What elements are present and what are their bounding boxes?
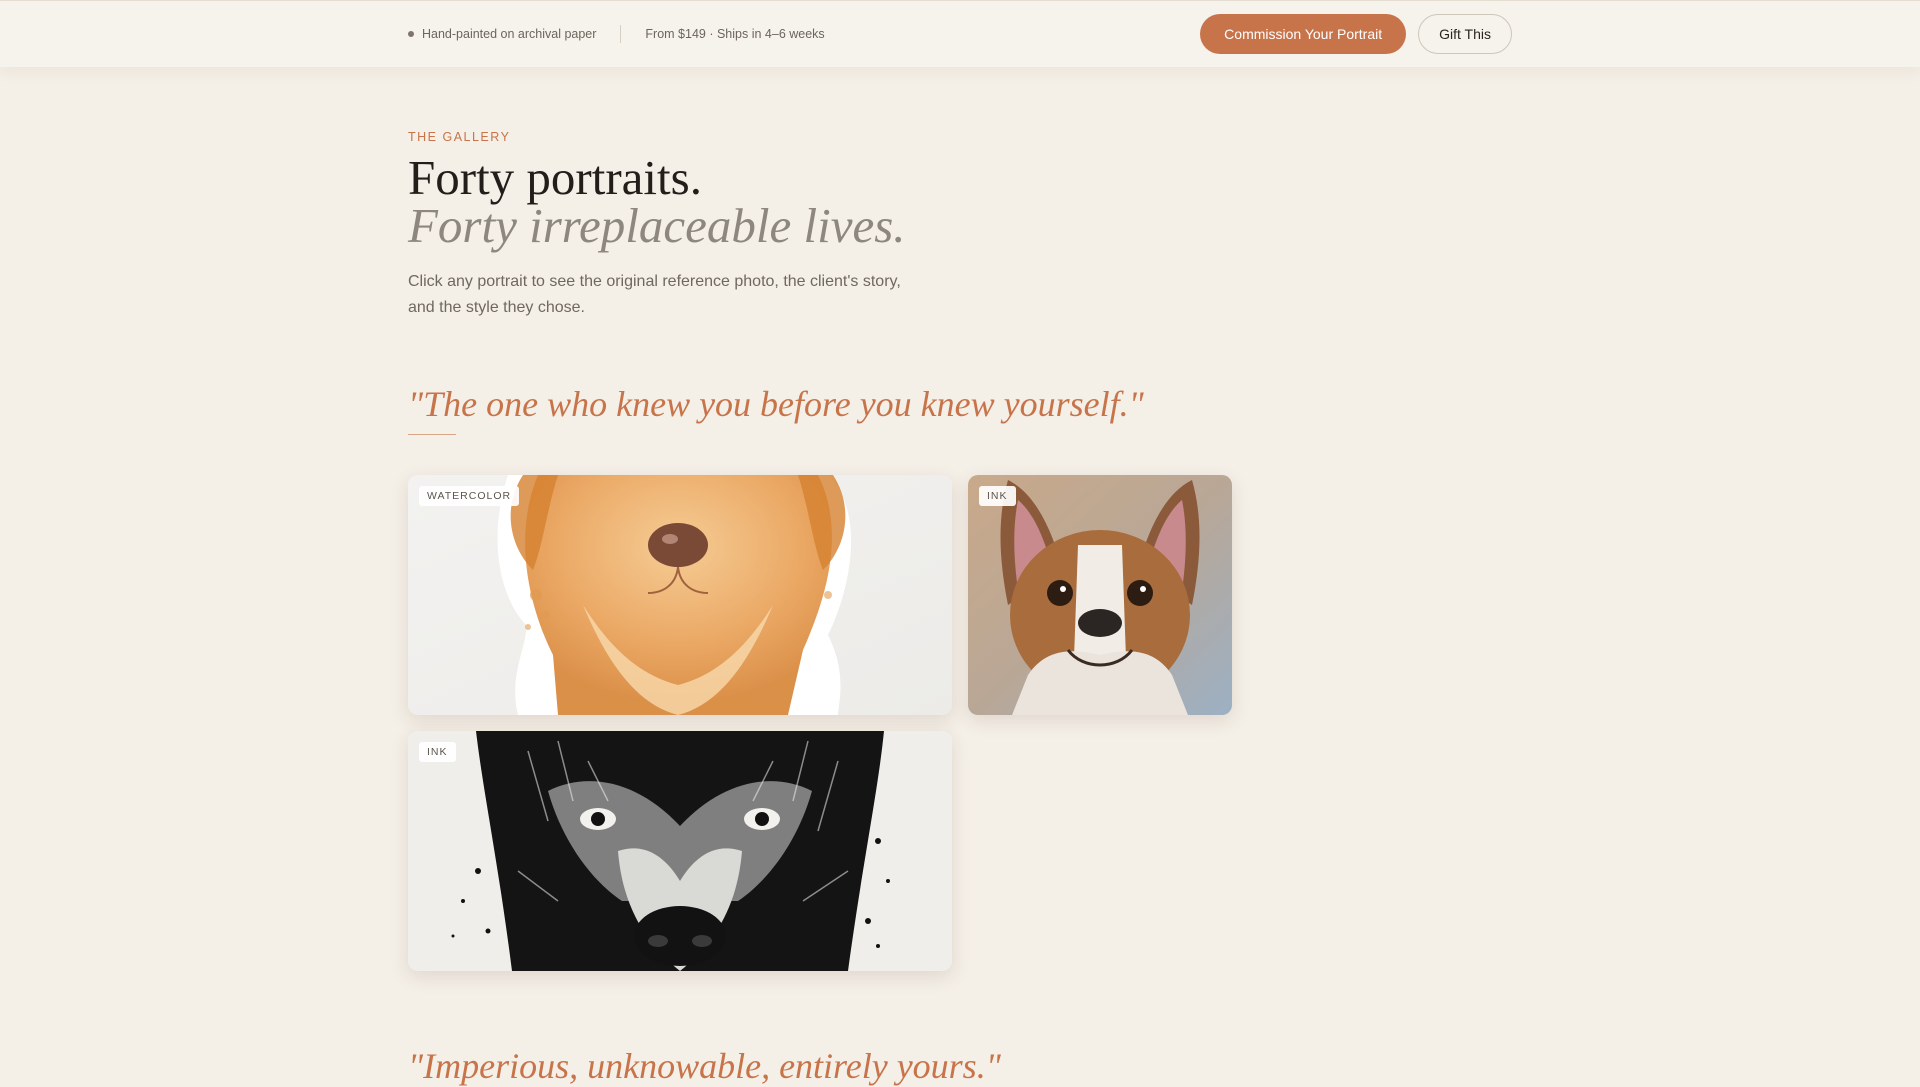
gift-this-button[interactable]: Gift This — [1418, 14, 1512, 54]
page-title: Forty portraits. — [408, 150, 702, 205]
meta-price-shipping: From $149 · Ships in 4–6 weeks — [645, 27, 825, 41]
style-badge: INK — [979, 486, 1016, 506]
quote-underline — [408, 434, 456, 435]
portrait-card-golden-retriever[interactable]: WATERCOLOR — [408, 475, 952, 715]
meta-divider — [620, 25, 622, 43]
portrait-card-french-bulldog[interactable]: INK — [968, 475, 1232, 715]
golden-retriever-watercolor-image — [408, 475, 952, 715]
page-subtitle: Forty irreplaceable lives. — [408, 198, 906, 253]
section-quote: "The one who knew you before you knew yo… — [408, 384, 1144, 424]
style-badge: INK — [419, 742, 456, 762]
french-bulldog-painting-image — [968, 475, 1232, 715]
style-badge: WATERCOLOR — [419, 486, 520, 506]
section-eyebrow: THE GALLERY — [408, 130, 511, 144]
bullet-dot-icon — [408, 31, 414, 37]
meta-archival-paper: Hand-painted on archival paper — [422, 27, 597, 41]
top-bar: Hand-painted on archival paper From $149… — [0, 0, 1920, 67]
top-bar-inner: Hand-painted on archival paper From $149… — [408, 1, 1512, 67]
german-shepherd-ink-image — [408, 731, 952, 971]
intro-paragraph: Click any portrait to see the original r… — [408, 273, 901, 316]
commission-portrait-button[interactable]: Commission Your Portrait — [1200, 14, 1407, 54]
section-quote: "Imperious, unknowable, entirely yours." — [408, 1046, 1001, 1086]
portrait-card-german-shepherd[interactable]: INK — [408, 731, 952, 971]
